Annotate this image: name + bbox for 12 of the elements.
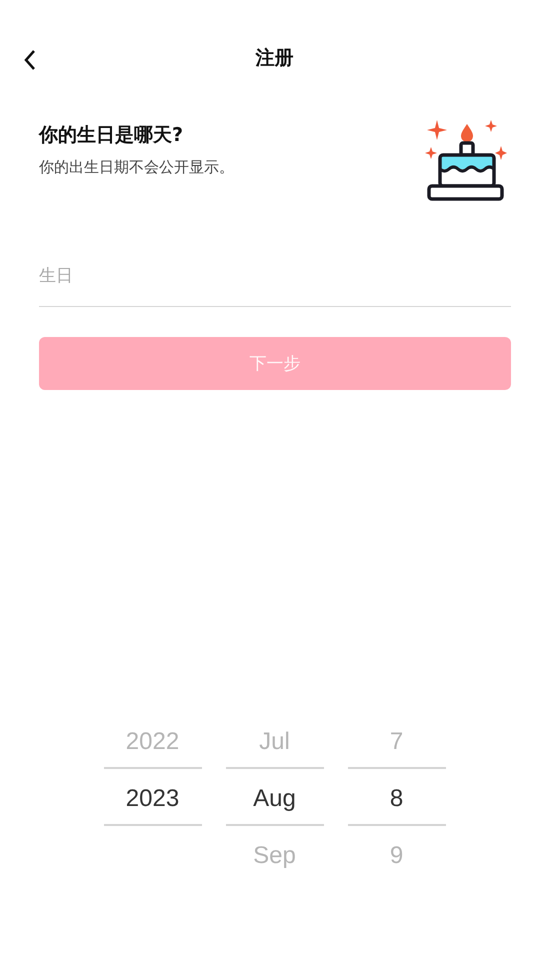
picker-option[interactable]: 2022 [126,728,180,756]
back-icon [23,49,37,71]
picker-option[interactable]: 9 [390,842,404,870]
picker-option[interactable]: 7 [390,728,404,756]
picker-option[interactable]: Jul [259,728,290,756]
picker-option[interactable]: Aug [253,784,296,812]
question-heading: 你的生日是哪天? [39,123,184,148]
picker-option[interactable]: 8 [390,784,404,812]
picker-option[interactable]: 2023 [126,784,180,812]
privacy-note: 你的出生日期不会公开显示。 [39,158,234,177]
picker-option[interactable]: Sep [253,842,296,870]
page-title: 注册 [256,46,294,71]
